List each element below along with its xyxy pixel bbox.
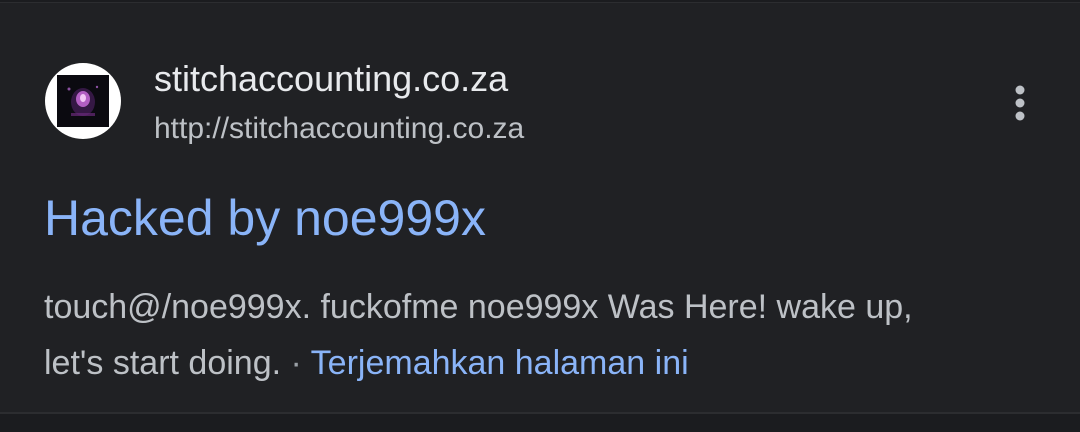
more-options-button[interactable] <box>996 79 1044 127</box>
favicon-image-icon <box>57 75 109 127</box>
site-url[interactable]: http://stitchaccounting.co.za <box>154 110 524 148</box>
snippet-line-2-container: let's start doing. · Terjemahkan halaman… <box>44 335 1044 391</box>
result-title-link[interactable]: Hacked by noe999x <box>44 187 486 249</box>
more-vert-icon <box>1015 85 1025 121</box>
snippet-line-2: let's start doing. <box>44 344 282 382</box>
search-result-card: stitchaccounting.co.za http://stitchacco… <box>0 2 1080 414</box>
snippet-line-1: touch@/noe999x. fuckofme noe999x Was Her… <box>44 288 913 326</box>
translate-page-link[interactable]: Terjemahkan halaman ini <box>311 344 689 382</box>
result-snippet: touch@/noe999x. fuckofme noe999x Was Her… <box>44 279 1044 391</box>
site-favicon[interactable] <box>45 63 121 139</box>
snippet-separator: · <box>281 344 311 382</box>
site-name[interactable]: stitchaccounting.co.za <box>154 57 508 101</box>
